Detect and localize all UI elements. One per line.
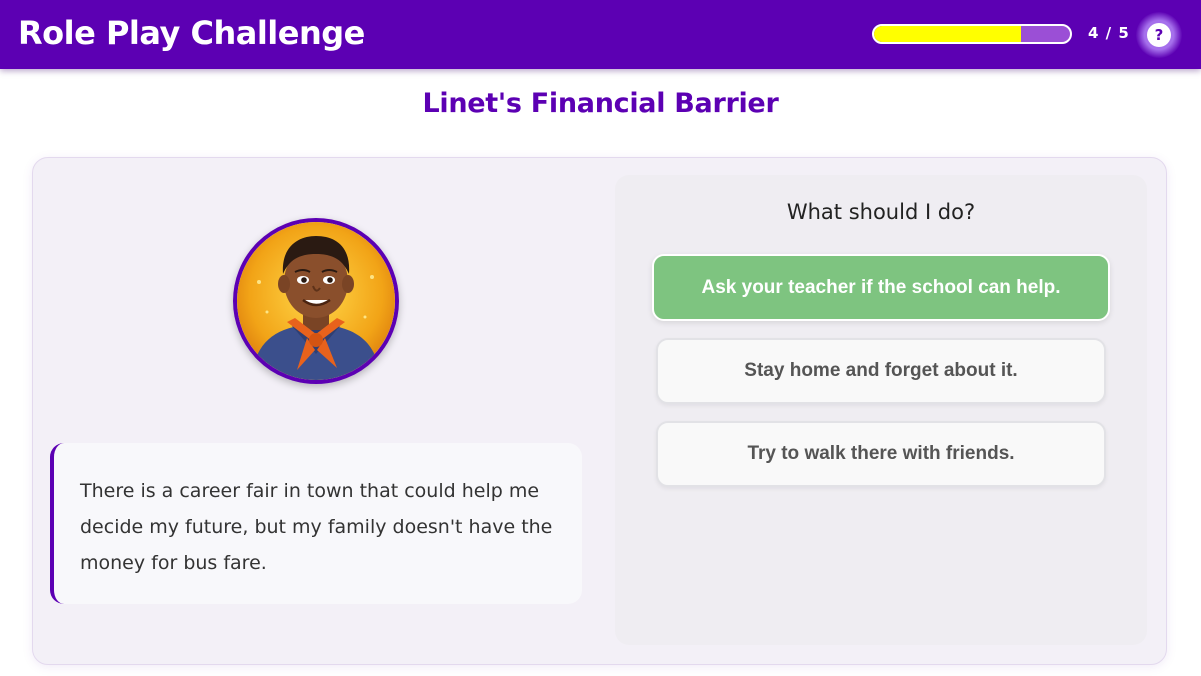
scenario-title: Linet's Financial Barrier (422, 88, 779, 119)
question-mark-icon: ? (1154, 25, 1164, 44)
option-ask-teacher-button[interactable]: Ask your teacher if the school can help. (652, 254, 1110, 321)
character-portrait-icon (237, 222, 395, 380)
app-header: Role Play Challenge 4 / 5 ? (0, 0, 1201, 69)
option-stay-home-button[interactable]: Stay home and forget about it. (656, 338, 1106, 404)
progress-counter: 4 / 5 (1088, 24, 1130, 42)
character-avatar (233, 218, 399, 384)
choice-panel (615, 175, 1147, 645)
speech-bubble: There is a career fair in town that coul… (50, 443, 582, 604)
speech-text: There is a career fair in town that coul… (80, 480, 553, 574)
help-button[interactable]: ? (1147, 23, 1171, 47)
choice-prompt: What should I do? (786, 200, 976, 224)
app-title: Role Play Challenge (18, 14, 365, 52)
progress-bar-fill (874, 26, 1021, 42)
progress-bar (872, 24, 1072, 44)
option-walk-with-friends-button[interactable]: Try to walk there with friends. (656, 421, 1106, 487)
